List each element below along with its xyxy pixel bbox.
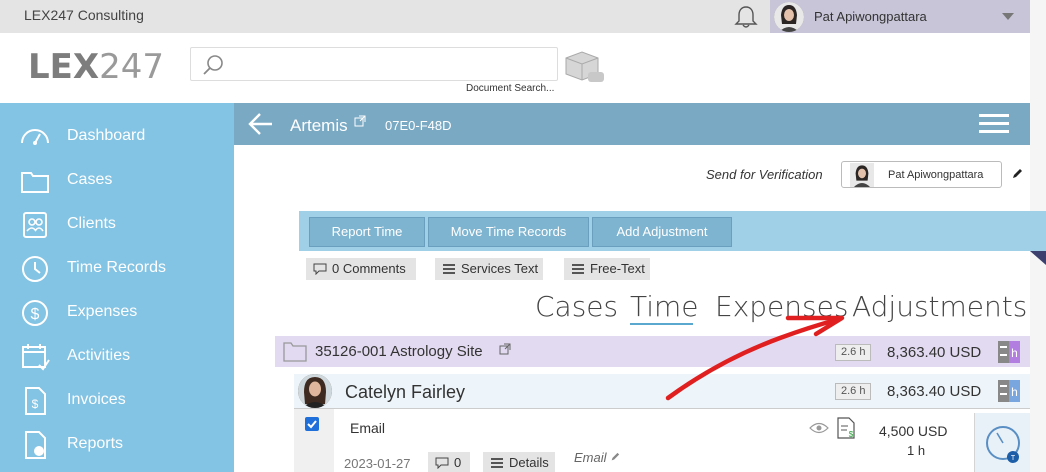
sidebar-item-clients[interactable]: Clients <box>0 203 234 247</box>
svg-text:$: $ <box>849 430 854 439</box>
action-bar: Report Time Move Time Records Add Adjust… <box>299 211 1046 251</box>
svg-text:h: h <box>1011 385 1018 399</box>
sidebar: Dashboard Cases Clients Time Records $ E… <box>0 103 234 472</box>
svg-text:h: h <box>1011 346 1018 360</box>
comments-tag[interactable]: 0 Comments <box>306 258 416 280</box>
comment-icon <box>435 457 449 469</box>
sidebar-item-expenses[interactable]: $ Expenses <box>0 291 234 335</box>
timekeeper-hours: 2.6 h <box>835 383 872 400</box>
verifier-avatar <box>850 163 874 187</box>
record-type: Email <box>350 420 386 436</box>
svg-text:$: $ <box>32 397 39 411</box>
timekeeper-row[interactable]: Catelyn Fairley 2.6 h 8,363.40 USD h <box>294 374 1030 408</box>
clock-icon <box>22 256 48 282</box>
record-details-button[interactable]: Details <box>483 452 555 472</box>
chevron-down-icon[interactable] <box>1002 13 1014 20</box>
tab-cases[interactable]: Cases <box>535 290 618 323</box>
package-icon[interactable] <box>562 48 604 84</box>
back-arrow-icon[interactable] <box>246 111 274 137</box>
verifier-name: Pat Apiwongpattara <box>888 169 984 181</box>
billing-toggle-icon[interactable]: h <box>998 341 1020 363</box>
case-amount: 8,363.40 USD <box>887 344 982 361</box>
list-icon <box>491 458 503 468</box>
case-code: 07E0-F48D <box>385 118 452 133</box>
add-adjustment-button[interactable]: Add Adjustment <box>592 217 732 247</box>
gauge-icon <box>21 129 49 145</box>
comment-icon <box>313 263 327 275</box>
timekeeper-amount: 8,363.40 USD <box>887 383 982 400</box>
tab-adjustments[interactable]: Adjustments <box>852 290 1027 323</box>
app-logo[interactable]: LEX247 <box>28 47 164 87</box>
svg-text:$: $ <box>31 306 40 323</box>
report-icon <box>25 431 46 459</box>
folder-icon <box>283 342 307 362</box>
search-input[interactable] <box>190 47 558 81</box>
timekeeper-avatar <box>298 374 332 408</box>
sidebar-item-dashboard[interactable]: Dashboard <box>0 115 234 159</box>
timer-button[interactable]: T <box>974 413 1030 472</box>
case-header-bar: Artemis 07E0-F48D <box>234 103 1030 145</box>
app-header: LEX247 Document Search... <box>0 33 1030 103</box>
verifier-select[interactable]: Pat Apiwongpattara <box>841 161 1002 188</box>
sidebar-item-activities[interactable]: Activities <box>0 335 234 379</box>
active-tab-indicator <box>630 323 693 325</box>
services-text-tag[interactable]: Services Text <box>435 258 543 280</box>
record-checkbox[interactable] <box>305 417 319 431</box>
record-tag[interactable]: Email <box>574 450 620 465</box>
sidebar-item-time-records[interactable]: Time Records <box>0 247 234 291</box>
svg-text:T: T <box>1011 455 1016 462</box>
send-for-verification-label: Send for Verification <box>706 167 823 182</box>
invoice-icon: $ <box>25 387 46 415</box>
pencil-icon[interactable] <box>1011 168 1023 180</box>
company-name: LEX247 Consulting <box>24 7 144 23</box>
case-row[interactable]: 35126-001 Astrology Site 2.6 h 8,363.40 … <box>275 336 1030 367</box>
record-hours: 1 h <box>907 443 926 458</box>
eye-icon[interactable] <box>809 421 829 435</box>
tab-expenses[interactable]: Expenses <box>715 290 848 323</box>
corner-marker <box>1030 251 1046 265</box>
folder-icon <box>21 172 49 193</box>
external-link-icon[interactable] <box>354 115 366 127</box>
user-avatar <box>774 2 804 32</box>
user-name: Pat Apiwongpattara <box>814 9 927 24</box>
pencil-icon[interactable] <box>610 452 620 462</box>
move-time-records-button[interactable]: Move Time Records <box>428 217 589 247</box>
user-menu[interactable]: Pat Apiwongpattara <box>770 0 1030 33</box>
calendar-icon <box>22 344 50 371</box>
time-record-row[interactable]: Email 2023-01-27 0 Details Email $ 4,500… <box>294 408 1030 472</box>
contacts-icon <box>23 212 47 238</box>
billing-document-icon[interactable]: $ <box>837 417 855 439</box>
search-icon <box>203 55 223 75</box>
sidebar-item-reports[interactable]: Reports <box>0 423 234 467</box>
case-hours: 2.6 h <box>835 344 872 361</box>
external-link-icon[interactable] <box>499 343 511 355</box>
case-name: 35126-001 Astrology Site <box>315 343 483 360</box>
free-text-tag[interactable]: Free-Text <box>564 258 650 280</box>
list-icon <box>443 264 455 274</box>
timer-icon: T <box>986 426 1020 463</box>
search-hint: Document Search... <box>466 83 555 94</box>
record-comments-button[interactable]: 0 <box>428 452 470 472</box>
top-bar: LEX247 Consulting Pat Apiwongpattara <box>0 0 1030 33</box>
record-amount: 4,500 USD <box>879 423 948 439</box>
report-time-button[interactable]: Report Time <box>309 217 425 247</box>
timekeeper-name: Catelyn Fairley <box>345 382 466 402</box>
list-icon <box>572 264 584 274</box>
tab-time[interactable]: Time <box>630 290 699 323</box>
bell-icon[interactable] <box>733 5 759 29</box>
hamburger-menu-icon[interactable] <box>978 111 1010 137</box>
case-title[interactable]: Artemis <box>290 116 348 136</box>
dollar-icon: $ <box>22 300 48 326</box>
record-date: 2023-01-27 <box>344 456 411 471</box>
sidebar-item-cases[interactable]: Cases <box>0 159 234 203</box>
sidebar-item-invoices[interactable]: $ Invoices <box>0 379 234 423</box>
billing-toggle-icon[interactable]: h <box>998 380 1020 402</box>
